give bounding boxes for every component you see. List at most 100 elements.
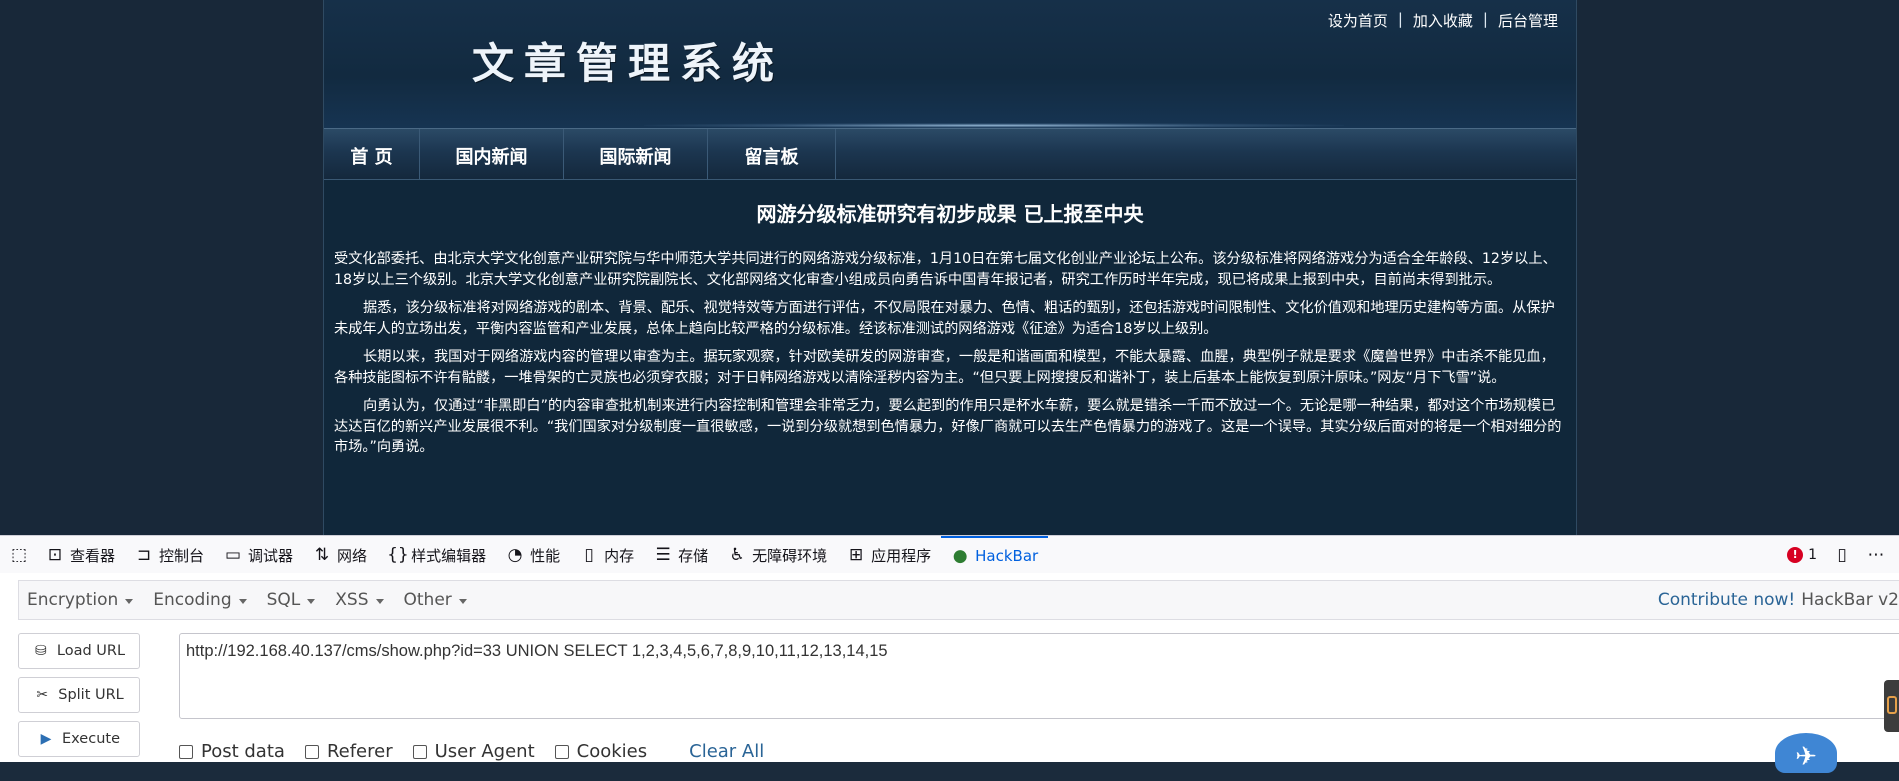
nav-item-guestbook[interactable]: 留言板 bbox=[708, 129, 836, 179]
article-paragraph: 向勇认为，仅通过“非黑即白”的内容审查批机制来进行内容控制和管理会非常乏力，要么… bbox=[334, 398, 1562, 455]
article-title: 网游分级标准研究有初步成果 已上报至中央 bbox=[756, 202, 1144, 226]
menu-label: XSS bbox=[335, 590, 369, 610]
caret-down-icon bbox=[125, 598, 134, 604]
performance-icon: ◔ bbox=[507, 545, 523, 565]
menu-label: SQL bbox=[266, 590, 301, 610]
tab-performance[interactable]: ◔ 性能 bbox=[496, 536, 570, 574]
button-label: Execute bbox=[62, 731, 120, 747]
tab-console[interactable]: ⊐ 控制台 bbox=[125, 536, 214, 574]
set-homepage-link[interactable]: 设为首页 bbox=[1328, 10, 1388, 31]
responsive-mode-icon[interactable]: ▯ bbox=[1833, 545, 1851, 565]
element-picker-button[interactable]: ⬚ bbox=[0, 536, 36, 574]
nav-item-international-news[interactable]: 国际新闻 bbox=[564, 129, 708, 179]
hackbar-icon: ● bbox=[952, 546, 968, 566]
caret-down-icon bbox=[307, 598, 316, 604]
option-label: Post data bbox=[201, 741, 285, 762]
main-nav: 首 页 国内新闻 国际新闻 留言板 bbox=[324, 128, 1576, 180]
option-cookies[interactable]: Cookies bbox=[554, 741, 648, 762]
menu-encoding[interactable]: Encoding bbox=[145, 590, 258, 610]
play-icon: ▶ bbox=[40, 731, 52, 747]
memory-icon: ▯ bbox=[584, 545, 594, 565]
menu-encryption[interactable]: Encryption bbox=[19, 590, 145, 610]
error-count: 1 bbox=[1808, 547, 1817, 563]
url-input[interactable]: http://192.168.40.137/cms/show.php?id=33… bbox=[179, 633, 1899, 719]
referer-checkbox[interactable] bbox=[304, 744, 319, 759]
tab-application[interactable]: ⊞ 应用程序 bbox=[837, 536, 941, 574]
tab-label: 控制台 bbox=[159, 546, 205, 565]
element-picker-icon: ⬚ bbox=[10, 545, 28, 565]
menu-label: Encryption bbox=[27, 590, 119, 610]
execute-button[interactable]: ▶ Execute bbox=[18, 721, 140, 757]
error-icon: ! bbox=[1787, 547, 1804, 563]
article-paragraph: 受文化部委托、由北京大学文化创意产业研究院与华中师范大学共同进行的网络游戏分级标… bbox=[334, 251, 1557, 288]
site-logo-title: 文章管理系统 bbox=[472, 39, 785, 88]
request-options: Post data Referer User Agent Cookies Cle… bbox=[179, 741, 764, 762]
application-icon: ⊞ bbox=[849, 545, 864, 565]
scissors-icon: ✂ bbox=[36, 687, 49, 703]
nav-item-home[interactable]: 首 页 bbox=[324, 129, 420, 179]
contribute-link[interactable]: Contribute now! bbox=[1658, 590, 1795, 610]
network-icon: ⇅ bbox=[314, 545, 330, 565]
cookies-checkbox[interactable] bbox=[554, 744, 569, 759]
debugger-icon: ▭ bbox=[225, 545, 242, 565]
site-container: 文章管理系统 设为首页 | 加入收藏 | 后台管理 首 页 国内新闻 国际新闻 … bbox=[323, 0, 1577, 535]
menu-xss[interactable]: XSS bbox=[327, 590, 395, 610]
tab-label: 查看器 bbox=[70, 546, 116, 565]
tab-hackbar[interactable]: ● HackBar bbox=[941, 536, 1049, 574]
tab-label: 无障碍环境 bbox=[752, 546, 828, 565]
error-count-badge[interactable]: ! 1 bbox=[1787, 547, 1817, 563]
inspector-icon: ⊡ bbox=[47, 545, 63, 565]
load-url-button[interactable]: ⛁ Load URL bbox=[18, 633, 140, 669]
load-url-icon: ⛁ bbox=[35, 643, 47, 659]
more-options-icon[interactable]: ⋯ bbox=[1867, 545, 1885, 565]
accessibility-icon: ♿ bbox=[729, 545, 745, 565]
option-post-data[interactable]: Post data bbox=[179, 741, 285, 762]
tab-memory[interactable]: ▯ 内存 bbox=[570, 536, 644, 574]
site-header: 文章管理系统 设为首页 | 加入收藏 | 后台管理 bbox=[324, 0, 1576, 128]
post-data-checkbox[interactable] bbox=[179, 744, 193, 759]
tab-storage[interactable]: ☰ 存储 bbox=[644, 536, 718, 574]
option-label: Cookies bbox=[576, 741, 648, 762]
link-separator: | bbox=[1482, 10, 1488, 28]
side-panel-icon bbox=[1887, 696, 1897, 714]
option-user-agent[interactable]: User Agent bbox=[412, 741, 535, 762]
caret-down-icon bbox=[375, 598, 384, 604]
menu-label: Encoding bbox=[153, 590, 232, 610]
article-paragraph: 据悉，该分级标准将对网络游戏的剧本、背景、配乐、视觉特效等方面进行评估，不仅局限… bbox=[334, 300, 1555, 337]
button-label: Split URL bbox=[58, 687, 124, 703]
website-viewport: 文章管理系统 设为首页 | 加入收藏 | 后台管理 首 页 国内新闻 国际新闻 … bbox=[0, 0, 1899, 535]
tab-label: 存储 bbox=[678, 546, 709, 565]
top-links: 设为首页 | 加入收藏 | 后台管理 bbox=[1328, 10, 1558, 31]
tab-network[interactable]: ⇅ 网络 bbox=[303, 536, 377, 574]
tab-label: 样式编辑器 bbox=[411, 546, 487, 565]
menu-sql[interactable]: SQL bbox=[259, 590, 328, 610]
tab-debugger[interactable]: ▭ 调试器 bbox=[214, 536, 303, 574]
tab-style-editor[interactable]: {} 样式编辑器 bbox=[377, 536, 496, 574]
tab-label: 内存 bbox=[604, 546, 635, 565]
tab-inspector[interactable]: ⊡ 查看器 bbox=[36, 536, 125, 574]
tab-label: 性能 bbox=[530, 546, 561, 565]
link-separator: | bbox=[1397, 10, 1403, 28]
nav-item-domestic-news[interactable]: 国内新闻 bbox=[420, 129, 564, 179]
split-url-button[interactable]: ✂ Split URL bbox=[18, 677, 140, 713]
article-paragraph: 长期以来，我国对于网络游戏内容的管理以审查为主。据玩家观察，针对欧美研发的网游审… bbox=[334, 349, 1555, 386]
hackbar-version: HackBar v2 bbox=[1801, 590, 1899, 610]
tab-label: HackBar bbox=[975, 547, 1039, 565]
console-icon: ⊐ bbox=[136, 545, 152, 565]
menu-other[interactable]: Other bbox=[396, 590, 479, 610]
contribute-area: Contribute now! HackBar v2 bbox=[1658, 590, 1899, 610]
side-panel-handle[interactable] bbox=[1884, 680, 1899, 732]
tab-accessibility[interactable]: ♿ 无障碍环境 bbox=[718, 536, 837, 574]
admin-link[interactable]: 后台管理 bbox=[1498, 10, 1558, 31]
option-referer[interactable]: Referer bbox=[304, 741, 393, 762]
hackbar-panel: Encryption Encoding SQL XSS Other Contri… bbox=[0, 573, 1899, 773]
add-favorite-link[interactable]: 加入收藏 bbox=[1413, 10, 1473, 31]
devtools-right-controls: ! 1 ▯ ⋯ bbox=[1787, 545, 1899, 565]
storage-icon: ☰ bbox=[655, 545, 671, 565]
devtools-toolbar: ⬚ ⊡ 查看器 ⊐ 控制台 ▭ 调试器 ⇅ 网络 {} 样式编辑器 ◔ 性能 ▯… bbox=[0, 535, 1899, 575]
user-agent-checkbox[interactable] bbox=[412, 744, 427, 759]
style-editor-icon: {} bbox=[387, 545, 409, 565]
caret-down-icon bbox=[458, 598, 467, 604]
article-content: 网游分级标准研究有初步成果 已上报至中央 受文化部委托、由北京大学文化创意产业研… bbox=[334, 180, 1566, 466]
clear-all-link[interactable]: Clear All bbox=[689, 741, 764, 762]
